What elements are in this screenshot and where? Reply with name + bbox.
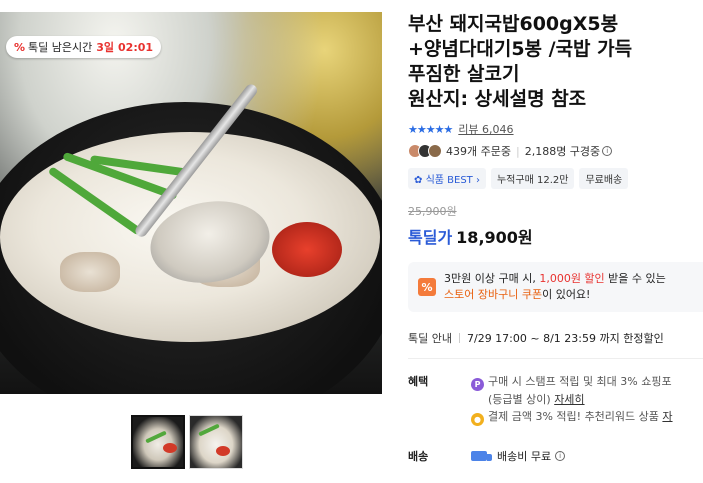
deal-time-badge: % 톡딜 남은시간 3일 02:01 (6, 36, 162, 58)
coupon-icon: % (418, 278, 436, 296)
shipping-row: 배송 배송비 무료 i (408, 448, 703, 464)
rating-row: ★★★★★ 리뷰 6,046 (408, 121, 703, 137)
truck-icon (471, 451, 492, 461)
deal-info-row: 톡딜 안내 7/29 17:00 ~ 8/1 23:59 까지 한정할인 (408, 330, 703, 346)
thumbnail-2[interactable] (189, 415, 243, 469)
benefit-line3-link[interactable]: 자 (662, 410, 672, 423)
best-icon: ✿ (414, 175, 423, 186)
chili-paste-shape (272, 222, 342, 277)
thumb-chili-shape (163, 443, 177, 453)
product-origin: 원산지: 상세설명 참조 (408, 88, 587, 110)
coupon-text: 3만원 이상 구매 시, 1,000원 할인 받을 수 있는 스토어 장바구니 … (444, 271, 666, 303)
coupon-line1-c: 받을 수 있는 (604, 272, 666, 285)
benefit-lines: P 구매 시 스탬프 적립 및 최대 3% 쇼핑포 (등급별 상이) 자세히 ● 결… (471, 373, 673, 426)
deal-info-label: 톡딜 안내 (408, 332, 452, 345)
deal-time-clock: 02:01 (118, 40, 154, 54)
star-rating-icon: ★★★★★ (408, 122, 453, 136)
benefit-line1: 구매 시 스탬프 적립 및 최대 3% 쇼핑포 (488, 375, 672, 388)
thumbnail-1[interactable] (131, 415, 185, 469)
coupon-line2-b: 이 있어요! (542, 288, 591, 301)
thumb-scallion-shape (145, 430, 167, 444)
badge-chips: ✿ 식품 BEST › 누적구매 12.2만 무료배송 (408, 168, 703, 189)
benefit-line3: 결제 금액 3% 적립! 추천리워드 상품 (488, 410, 659, 423)
chip-food-best-label: 식품 BEST (425, 175, 473, 186)
benefit-row: 혜택 P 구매 시 스탬프 적립 및 최대 3% 쇼핑포 (등급별 상이) 자세히… (408, 373, 703, 426)
product-info: 부산 돼지국밥600gX5봉 +양념다대기5봉 /국밥 가득 푸짐한 살코기 원… (408, 0, 703, 464)
product-title: 부산 돼지국밥600gX5봉 +양념다대기5봉 /국밥 가득 푸짐한 살코기 (408, 13, 633, 85)
thumb-scallion-shape (198, 423, 220, 437)
product-main-image[interactable]: % 톡딜 남은시간 3일 02:01 (0, 12, 382, 394)
coupon-line1-a: 3만원 이상 구매 시, (444, 272, 540, 285)
coupon-store-cart: 스토어 장바구니 쿠폰 (444, 288, 543, 301)
avatar (428, 144, 442, 158)
section-divider (408, 358, 703, 359)
discount-icon: % (14, 40, 26, 54)
thumbnail-list (131, 415, 243, 469)
point-icon: P (471, 378, 484, 391)
deal-time-days: 3일 (96, 41, 115, 54)
info-icon[interactable]: i (602, 146, 613, 156)
deal-info-period: 7/29 17:00 ~ 8/1 23:59 까지 한정할인 (466, 332, 664, 345)
price-row: 톡딜가 18,900원 (408, 224, 703, 248)
buyer-avatars (408, 144, 442, 158)
divider (458, 333, 460, 343)
meat-shape (60, 252, 120, 292)
watching-count: 2,188명 구경중 (524, 145, 601, 158)
benefit-line2: (등급별 상이) (488, 393, 551, 406)
current-price: 18,900원 (456, 228, 533, 247)
chip-food-best[interactable]: ✿ 식품 BEST › (408, 168, 486, 189)
thumb-chili-shape (216, 446, 230, 456)
benefit-detail-link[interactable]: 자세히 (554, 393, 584, 406)
coupon-banner[interactable]: % 3만원 이상 구매 시, 1,000원 할인 받을 수 있는 스토어 장바구… (408, 262, 703, 312)
original-price: 25,900원 (408, 205, 457, 218)
coupon-discount: 1,000원 할인 (539, 272, 605, 285)
benefit-label: 혜택 (408, 375, 429, 388)
coin-icon: ● (471, 413, 484, 426)
chip-free-shipping: 무료배송 (579, 168, 629, 189)
info-icon[interactable]: i (555, 451, 566, 461)
chip-cumulative-purchases: 누적구매 12.2만 (490, 168, 575, 189)
deal-price-label: 톡딜가 (408, 228, 453, 247)
deal-time-label: 톡딜 남은시간 (28, 41, 93, 54)
shipping-label: 배송 (408, 450, 429, 463)
review-link[interactable]: 리뷰 6,046 (458, 121, 513, 137)
orders-count: 439개 주문중 (446, 145, 511, 158)
divider: | (515, 144, 520, 158)
social-proof-row: 439개 주문중 | 2,188명 구경중 i (408, 143, 703, 159)
shipping-value: 배송비 무료 (497, 450, 552, 463)
